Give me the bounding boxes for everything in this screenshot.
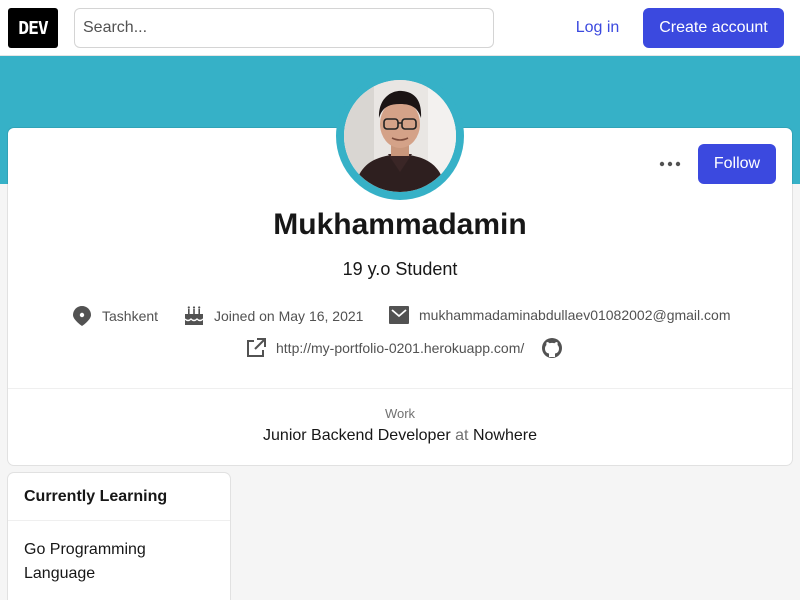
cake-icon (184, 306, 204, 325)
location-pin-icon (73, 306, 91, 326)
work-role: Junior Backend Developer (263, 427, 451, 444)
follow-button[interactable]: Follow (698, 144, 776, 184)
currently-learning-heading: Currently Learning (8, 473, 230, 521)
work-company: Nowhere (472, 427, 537, 444)
avatar (336, 72, 464, 200)
location-item: Tashkent (72, 305, 158, 327)
avatar-photo (344, 80, 456, 192)
joined-item: Joined on May 16, 2021 (183, 305, 363, 327)
create-account-button[interactable]: Create account (643, 8, 784, 48)
website-item[interactable]: http://my-portfolio-0201.herokuapp.com/ (245, 337, 524, 359)
joined-date-text: Joined on May 16, 2021 (214, 308, 364, 324)
github-icon (542, 338, 562, 358)
work-label: Work (384, 406, 416, 421)
currently-learning-text: Go Programming Language (24, 541, 146, 582)
search-input[interactable] (74, 8, 494, 48)
dev-logo[interactable]: DEV (8, 8, 58, 48)
work-at: at (455, 427, 469, 444)
email-link[interactable]: mukhammadaminabdullaev01082002@gmail.com (419, 307, 731, 323)
profile-bio: 19 y.o Student (342, 259, 458, 279)
profile-name: Mukhammadamin (273, 208, 527, 241)
github-link[interactable] (541, 337, 563, 359)
location-text: Tashkent (102, 308, 159, 324)
work-value: Junior Backend Developer at Nowhere (0, 427, 800, 445)
card-divider (8, 388, 792, 389)
external-link-icon (247, 338, 266, 357)
more-options-button[interactable] (650, 148, 690, 180)
more-horizontal-icon (659, 161, 681, 167)
site-header: DEV Log in Create account (0, 0, 800, 56)
website-link[interactable]: http://my-portfolio-0201.herokuapp.com/ (276, 340, 524, 356)
currently-learning-card: Currently Learning Go Programming Langua… (8, 473, 230, 600)
mail-icon (389, 306, 409, 324)
email-item[interactable]: mukhammadaminabdullaev01082002@gmail.com (388, 305, 731, 325)
login-link[interactable]: Log in (560, 8, 635, 48)
